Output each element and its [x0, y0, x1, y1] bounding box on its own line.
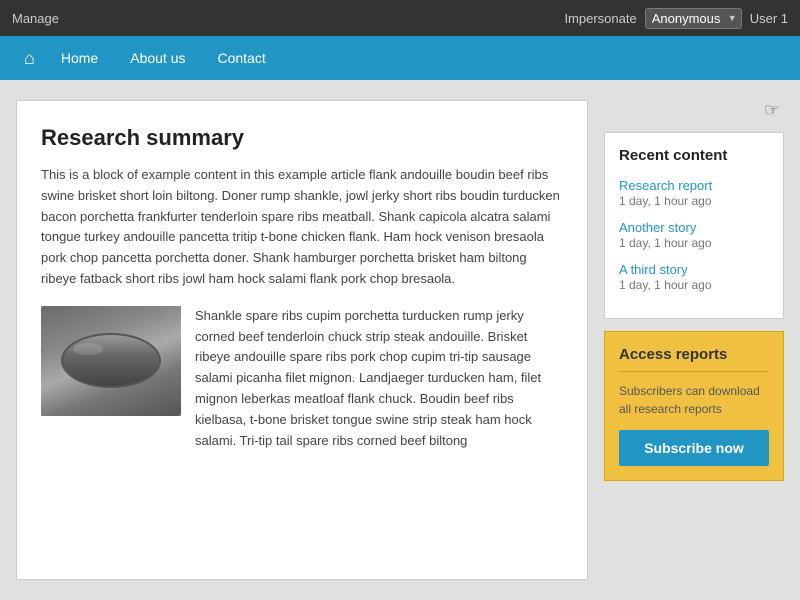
manage-link[interactable]: Manage	[12, 11, 59, 26]
article-body-text: Shankle spare ribs cupim porchetta turdu…	[195, 306, 563, 452]
recent-link-2[interactable]: Another story	[619, 220, 769, 235]
nav-contact-link[interactable]: Contact	[204, 44, 280, 72]
admin-bar: Manage Impersonate Anonymous User 1 Admi…	[0, 0, 800, 36]
recent-timestamp-3: 1 day, 1 hour ago	[619, 278, 769, 292]
recent-link-1[interactable]: Research report	[619, 178, 769, 193]
access-reports-box: Access reports Subscribers can download …	[604, 331, 784, 481]
nav-about-link[interactable]: About us	[116, 44, 199, 72]
user-label: User 1	[750, 11, 788, 26]
recent-content-box: Recent content Research report 1 day, 1 …	[604, 132, 784, 319]
home-icon[interactable]: ⌂	[16, 42, 43, 75]
article-image	[41, 306, 181, 416]
recent-timestamp-2: 1 day, 1 hour ago	[619, 236, 769, 250]
recent-item-1: Research report 1 day, 1 hour ago	[619, 178, 769, 208]
impersonate-select-wrapper[interactable]: Anonymous User 1 Admin	[645, 8, 742, 29]
impersonate-select[interactable]: Anonymous User 1 Admin	[645, 8, 742, 29]
impersonate-label: Impersonate	[564, 11, 636, 26]
recent-content-title: Recent content	[619, 147, 769, 164]
sidebar: ☞ Recent content Research report 1 day, …	[604, 100, 784, 580]
access-reports-divider	[619, 371, 769, 372]
recent-link-3[interactable]: A third story	[619, 262, 769, 277]
recent-timestamp-1: 1 day, 1 hour ago	[619, 194, 769, 208]
nav-home-link[interactable]: Home	[47, 44, 112, 72]
main-article: Research summary This is a block of exam…	[16, 100, 588, 580]
article-title: Research summary	[41, 125, 563, 151]
recent-item-2: Another story 1 day, 1 hour ago	[619, 220, 769, 250]
page-content: Research summary This is a block of exam…	[0, 80, 800, 600]
recent-item-3: A third story 1 day, 1 hour ago	[619, 262, 769, 292]
cursor-area: ☞	[604, 100, 784, 120]
bowl-image	[41, 306, 181, 416]
access-reports-description: Subscribers can download all research re…	[619, 382, 769, 418]
bowl-shape	[61, 333, 161, 388]
article-intro: This is a block of example content in th…	[41, 165, 563, 290]
access-reports-title: Access reports	[619, 346, 769, 363]
nav-bar: ⌂ Home About us Contact	[0, 36, 800, 80]
article-body: Shankle spare ribs cupim porchetta turdu…	[41, 306, 563, 452]
subscribe-button[interactable]: Subscribe now	[619, 430, 769, 466]
cursor-icon: ☞	[764, 100, 780, 121]
